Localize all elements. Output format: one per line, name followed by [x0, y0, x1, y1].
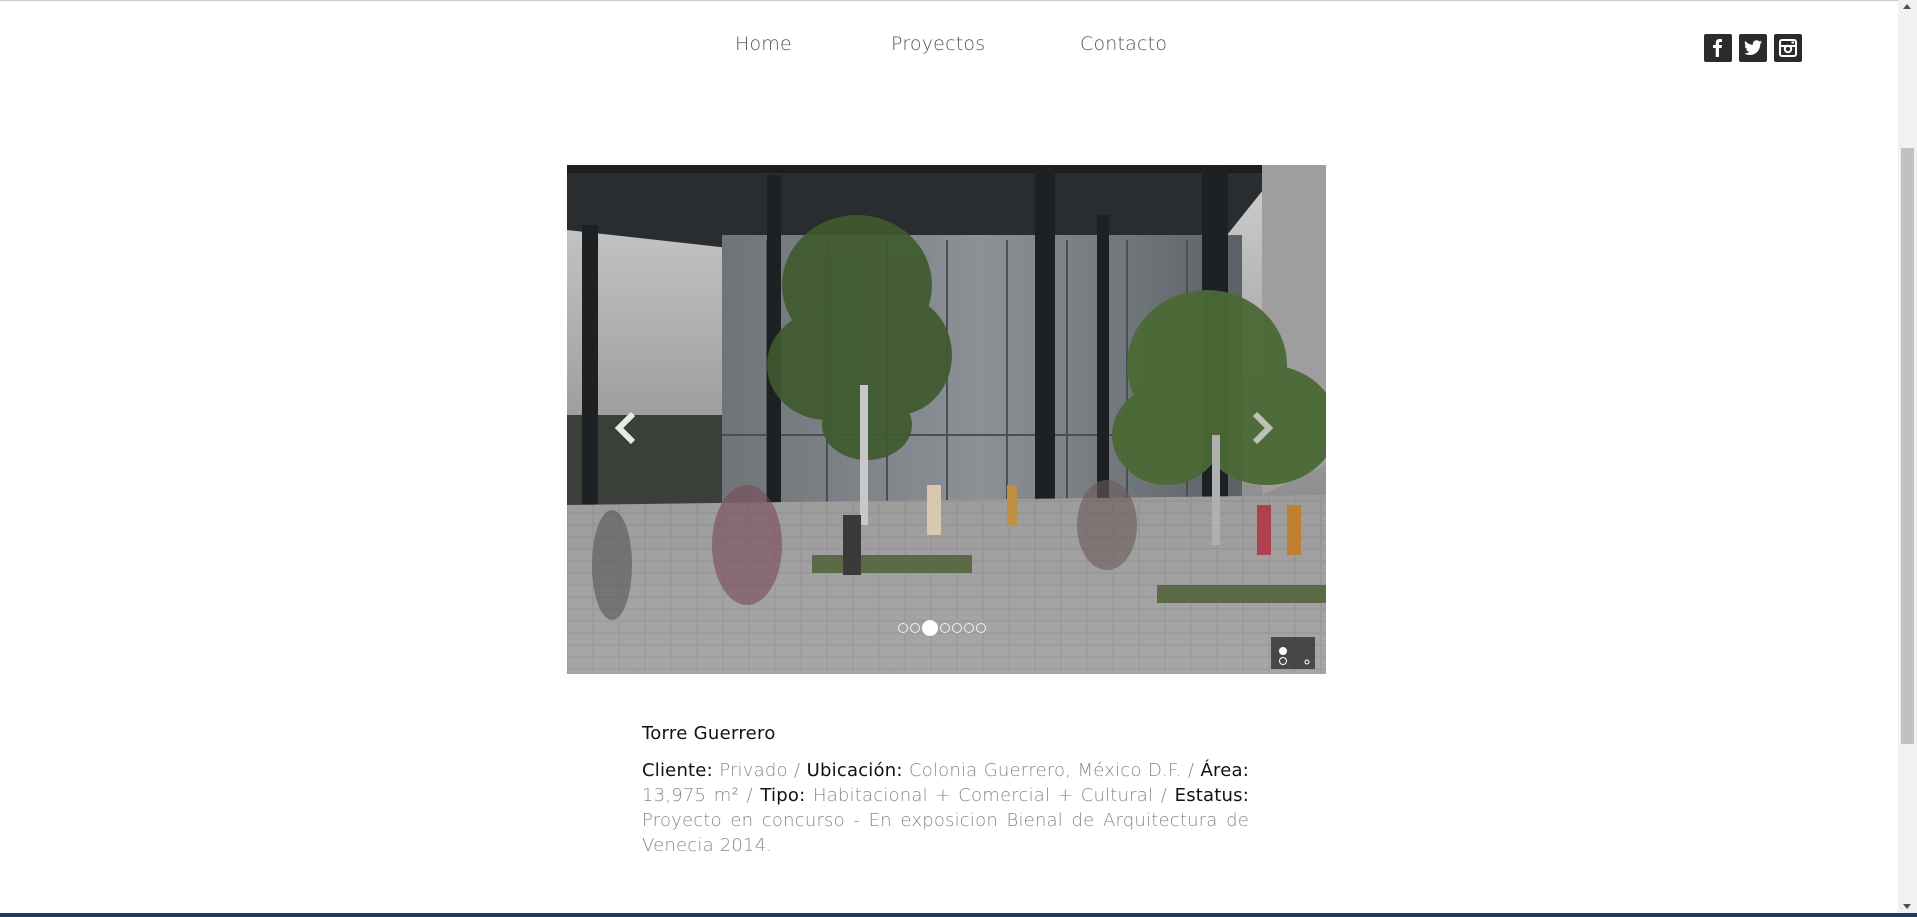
detail-key-cliente: Cliente: — [642, 760, 713, 781]
detail-value-tipo: Habitacional + Comercial + Cultural — [812, 785, 1154, 806]
slider-dot[interactable] — [964, 623, 974, 633]
detail-key-area: Área: — [1200, 760, 1250, 781]
detail-value-estatus: Proyecto en concurso - En exposicion Bie… — [642, 810, 1249, 856]
social-links — [1704, 34, 1802, 62]
project-title: Torre Guerrero — [642, 723, 776, 744]
slider-next-button[interactable] — [1247, 410, 1277, 446]
page-scrollbar[interactable] — [1898, 0, 1917, 913]
instagram-button[interactable] — [1774, 34, 1802, 62]
detail-key-estatus: Estatus: — [1174, 785, 1249, 806]
top-border — [0, 0, 1898, 1]
twitter-icon — [1744, 40, 1762, 55]
twitter-button[interactable] — [1739, 34, 1767, 62]
slider-dot[interactable] — [952, 623, 962, 633]
slider-dot[interactable] — [940, 623, 950, 633]
thumbnails-icon — [1279, 647, 1310, 665]
thumbnails-toggle-button[interactable] — [1271, 637, 1315, 669]
instagram-icon — [1779, 39, 1797, 57]
detail-key-ubicacion: Ubicación: — [806, 760, 903, 781]
slider-dot[interactable] — [898, 623, 908, 633]
facebook-icon — [1713, 39, 1722, 57]
facebook-button[interactable] — [1704, 34, 1732, 62]
slider-dot[interactable] — [976, 623, 986, 633]
chevron-left-icon — [614, 411, 636, 445]
project-image-slider[interactable] — [567, 165, 1326, 674]
project-details: Cliente: Privado / Ubicación: Colonia Gu… — [642, 760, 1250, 856]
nav-proyectos-link[interactable]: Proyectos — [891, 33, 985, 55]
detail-value-ubicacion: Colonia Guerrero, México D.F. — [908, 760, 1182, 781]
slider-dot[interactable] — [910, 623, 920, 633]
main-nav: Home Proyectos Contacto — [0, 33, 1898, 57]
scroll-down-arrow-icon[interactable] — [1903, 904, 1911, 909]
nav-home-link[interactable]: Home — [735, 33, 792, 55]
scrollbar-thumb[interactable] — [1901, 148, 1914, 744]
detail-value-cliente: Privado — [719, 760, 788, 781]
detail-key-tipo: Tipo: — [760, 785, 806, 806]
slider-prev-button[interactable] — [611, 410, 641, 446]
chevron-right-icon — [1252, 411, 1274, 445]
bottom-border — [0, 913, 1917, 917]
project-render-image — [567, 165, 1326, 674]
detail-value-area: 13,975 m² — [642, 785, 739, 806]
slider-pagination — [898, 620, 986, 636]
scroll-up-arrow-icon[interactable] — [1903, 4, 1911, 9]
slider-dot-active[interactable] — [922, 620, 938, 636]
nav-contacto-link[interactable]: Contacto — [1080, 33, 1167, 55]
